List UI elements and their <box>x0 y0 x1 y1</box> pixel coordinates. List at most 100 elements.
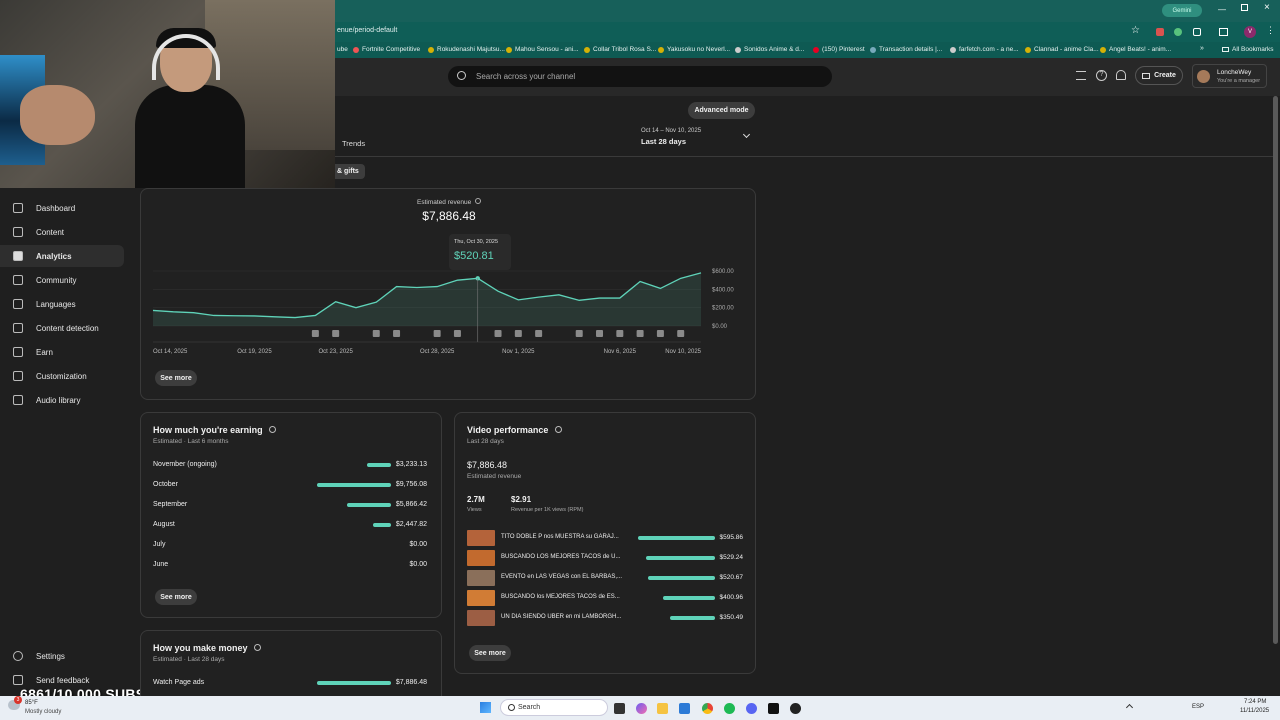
see-more-button[interactable]: See more <box>155 589 197 605</box>
video-marker-icon[interactable] <box>575 330 583 337</box>
bookmark-item[interactable]: farfetch.com - a ne... <box>950 46 1019 53</box>
bookmark-item[interactable]: Clannad - anime Cla... <box>1025 46 1099 53</box>
video-marker-icon[interactable] <box>514 330 522 337</box>
video-title[interactable]: BUSCANDO los MEJORES TACOS de ES... <box>501 594 620 600</box>
video-thumbnail[interactable] <box>467 550 495 566</box>
maximize-icon[interactable] <box>1241 4 1248 11</box>
audio-app-icon[interactable] <box>768 703 779 714</box>
sidebar-item-community[interactable]: Community <box>0 269 124 291</box>
minimize-icon[interactable]: — <box>1218 5 1226 14</box>
video-marker-icon[interactable] <box>453 330 461 337</box>
chrome-icon[interactable] <box>702 703 713 714</box>
create-label: Create <box>1154 72 1176 79</box>
weather-badge: 3 <box>14 696 22 704</box>
bookmark-item[interactable]: Yakusoku no Neverl... <box>658 46 730 53</box>
file-explorer-icon[interactable] <box>657 703 668 714</box>
sidebar-item-customization[interactable]: Customization <box>0 365 124 387</box>
profile-avatar[interactable]: V <box>1244 26 1256 38</box>
sidebar-item-languages[interactable]: Languages <box>0 293 124 315</box>
clock-date[interactable]: 11/11/2025 <box>1240 708 1269 714</box>
extension-icon[interactable] <box>1156 28 1164 36</box>
scrollbar[interactable] <box>1273 96 1278 644</box>
bookmark-item[interactable]: Sonidos Anime & d... <box>735 46 804 53</box>
video-marker-icon[interactable] <box>311 330 319 337</box>
video-marker-icon[interactable] <box>433 330 441 337</box>
spotify-icon[interactable] <box>724 703 735 714</box>
video-marker-icon[interactable] <box>372 330 380 337</box>
x-tick-label: Oct 28, 2025 <box>420 349 455 355</box>
all-bookmarks[interactable]: All Bookmarks <box>1222 46 1274 53</box>
playlist-icon[interactable] <box>1076 71 1086 80</box>
video-thumbnail[interactable] <box>467 570 495 586</box>
video-marker-icon[interactable] <box>494 330 502 337</box>
sidebar-item-label: Earn <box>36 347 53 357</box>
content-icon <box>13 227 23 237</box>
earning-title-text: How much you're earning <box>153 425 263 435</box>
tab-trends[interactable]: Trends <box>342 139 365 148</box>
notifications-icon[interactable] <box>1116 70 1126 80</box>
video-marker-icon[interactable] <box>535 330 543 337</box>
see-more-button[interactable]: See more <box>469 645 511 661</box>
chevron-right-icon[interactable]: » <box>1200 45 1204 52</box>
bookmark-item[interactable]: Fortnite Competitive <box>353 46 420 53</box>
store-icon[interactable] <box>679 703 690 714</box>
bookmark-item[interactable]: Rokudenashi Majutsu... <box>428 46 505 53</box>
obs-icon[interactable] <box>790 703 801 714</box>
help-icon[interactable]: ? <box>1096 70 1107 81</box>
video-thumbnail[interactable] <box>467 590 495 606</box>
extension-icon[interactable] <box>1174 28 1182 36</box>
earning-subtitle: Estimated · Last 6 months <box>153 438 229 445</box>
video-marker-icon[interactable] <box>656 330 664 337</box>
start-icon[interactable] <box>480 702 491 713</box>
sidebar-item-analytics[interactable]: Analytics <box>0 245 124 267</box>
gemini-button[interactable]: Gemini <box>1162 4 1202 17</box>
sidebar-item-content[interactable]: Content <box>0 221 124 243</box>
sidebar-item-content-detection[interactable]: Content detection <box>0 317 124 339</box>
video-title[interactable]: EVENTO en LAS VEGAS con EL BARBAS,... <box>501 574 622 580</box>
bookmark-item[interactable]: ube <box>337 46 348 53</box>
sidebar-item-earn[interactable]: Earn <box>0 341 124 363</box>
video-marker-icon[interactable] <box>393 330 401 337</box>
lang-indicator[interactable]: ESP <box>1192 704 1204 710</box>
bookmark-icon <box>584 46 590 53</box>
close-icon[interactable]: × <box>1264 2 1270 13</box>
star-icon[interactable]: ☆ <box>1131 25 1140 36</box>
account-switcher[interactable]: LoncheWey You're a manager <box>1192 64 1267 88</box>
sidebar-item-dashboard[interactable]: Dashboard <box>0 197 124 219</box>
period-range: Oct 14 – Nov 10, 2025 <box>641 128 702 134</box>
money-row-bar <box>317 681 391 685</box>
copilot-icon[interactable] <box>636 703 647 714</box>
bookmark-item[interactable]: Angel Beats! - anim... <box>1100 46 1171 53</box>
period-selector[interactable]: Oct 14 – Nov 10, 2025 Last 28 days <box>640 127 756 151</box>
bookmark-item[interactable]: (150) Pinterest <box>813 46 865 53</box>
bookmark-item[interactable]: Collar Tribol Rosa S... <box>584 46 656 53</box>
video-title[interactable]: BUSCANDO LOS MEJORES TACOS de U... <box>501 554 620 560</box>
bookmark-item[interactable]: Transaction details |... <box>870 46 942 53</box>
puzzle-icon[interactable] <box>1193 28 1201 36</box>
video-title[interactable]: UN DIA SIENDO UBER en mi LAMBORGH... <box>501 614 621 620</box>
menu-icon[interactable]: ⋮ <box>1266 25 1275 36</box>
video-thumbnail[interactable] <box>467 530 495 546</box>
task-view-icon[interactable] <box>614 703 625 714</box>
url-text[interactable]: enue/period-default <box>337 27 397 34</box>
sidebar-item-settings[interactable]: Settings <box>0 645 124 667</box>
search-input[interactable]: Search across your channel <box>448 66 832 87</box>
create-button[interactable]: Create <box>1135 66 1183 85</box>
video-marker-icon[interactable] <box>677 330 685 337</box>
bookmark-item[interactable]: Mahou Sensou - ani... <box>506 46 579 53</box>
clock-time[interactable]: 7:24 PM <box>1244 699 1266 705</box>
advanced-mode-button[interactable]: Advanced mode <box>688 102 755 119</box>
chevron-up-icon[interactable] <box>1125 703 1134 712</box>
see-more-button[interactable]: See more <box>155 370 197 386</box>
video-marker-icon[interactable] <box>596 330 604 337</box>
discord-icon[interactable] <box>746 703 757 714</box>
video-marker-icon[interactable] <box>332 330 340 337</box>
taskbar-search[interactable]: Search <box>500 699 608 716</box>
video-marker-icon[interactable] <box>616 330 624 337</box>
bookmark-icon <box>428 46 434 53</box>
video-marker-icon[interactable] <box>636 330 644 337</box>
video-title[interactable]: TITO DOBLE P nos MUESTRA su GARAJ... <box>501 534 619 540</box>
tab-search-icon[interactable] <box>1219 28 1228 36</box>
video-thumbnail[interactable] <box>467 610 495 626</box>
sidebar-item-audio-library[interactable]: Audio library <box>0 389 124 411</box>
